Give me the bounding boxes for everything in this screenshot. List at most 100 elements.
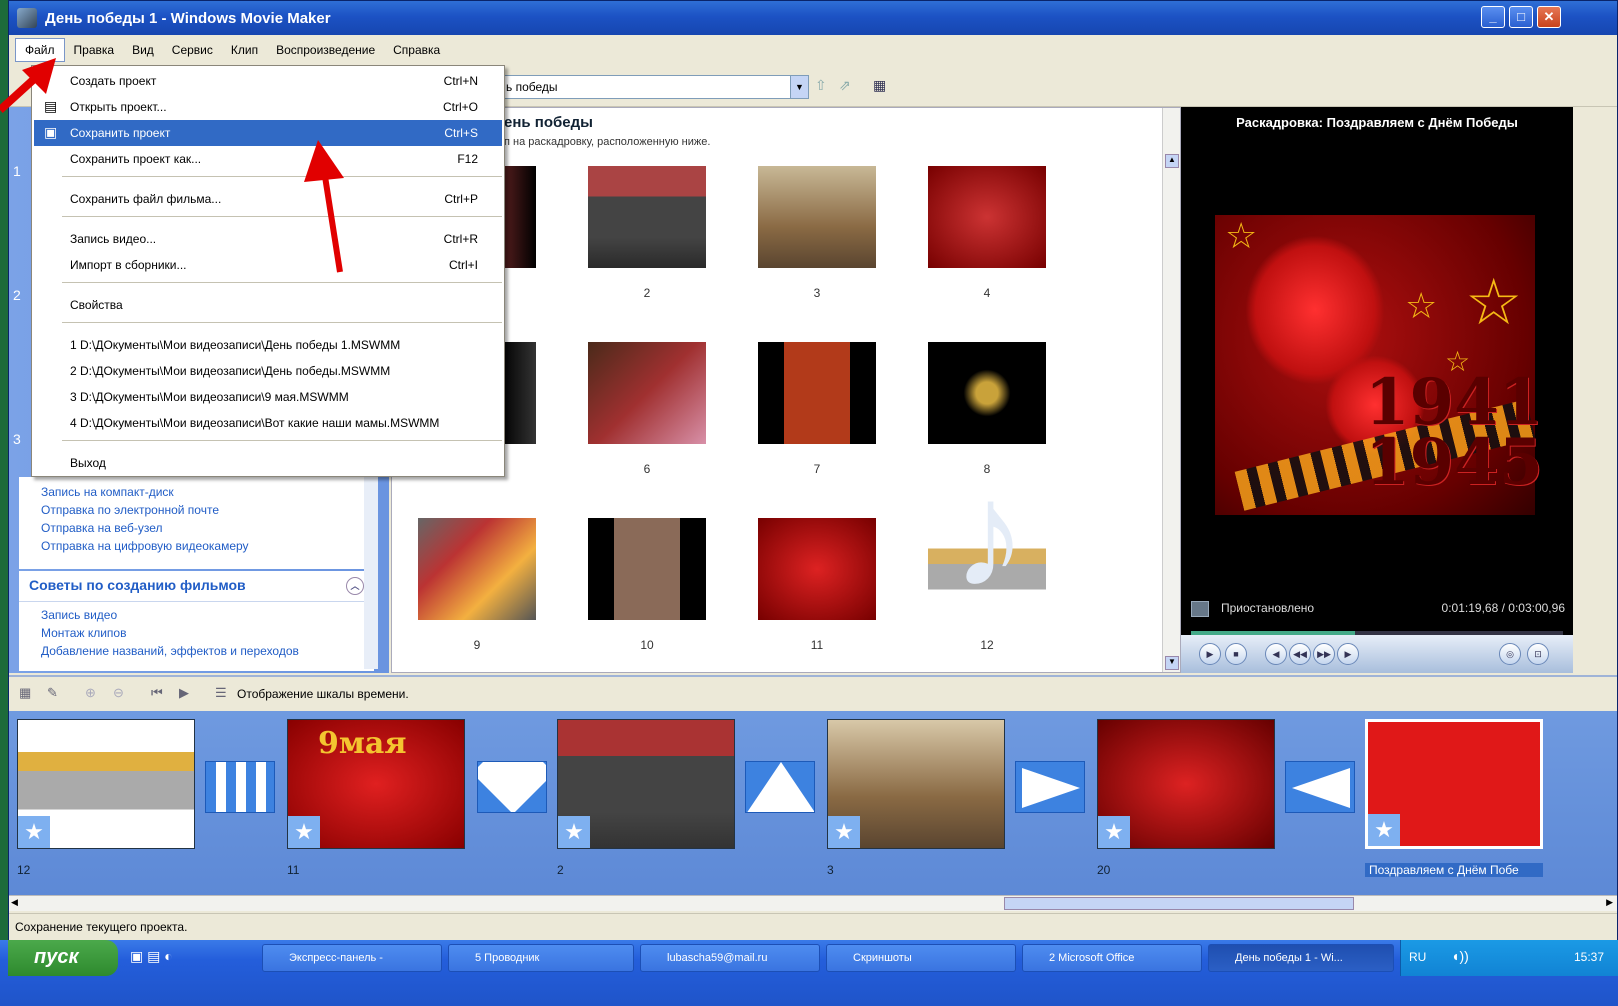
zoom-in-icon[interactable]: ⊕ (85, 685, 103, 703)
scroll-down-icon[interactable]: ▼ (1165, 656, 1179, 670)
link-add-titles[interactable]: Добавление названий, эффектов и переходо… (19, 642, 374, 660)
effect-star-icon[interactable]: ★ (1368, 814, 1400, 846)
effect-star-icon[interactable]: ★ (828, 816, 860, 848)
quick-launch-icons[interactable]: ▣ ▤ ◐ (130, 948, 173, 965)
scroll-left-icon[interactable]: ◀ (11, 897, 18, 908)
collection-scrollbar[interactable]: ▲ ▼ (1162, 108, 1180, 672)
close-button[interactable]: ✕ (1537, 6, 1561, 28)
scroll-thumb[interactable] (1004, 897, 1354, 910)
menu-edit[interactable]: Правка (65, 39, 124, 61)
file-menu-item[interactable]: Запись видео... Ctrl+R (34, 226, 502, 252)
taskbar-item-screenshots[interactable]: Скриншоты (826, 944, 1016, 972)
storyboard-icon[interactable]: ▦ (19, 685, 37, 703)
scroll-right-icon[interactable]: ▶ (1606, 897, 1613, 908)
tips-header[interactable]: Советы по созданию фильмов ︿ (19, 571, 374, 602)
taskbar-item-mail[interactable]: lubascha59@mail.ru (640, 944, 820, 972)
file-menu-item[interactable]: Импорт в сборники... Ctrl+I (34, 252, 502, 278)
clip-thumbnail-4[interactable] (928, 166, 1046, 268)
file-menu-item[interactable]: Сохранить проект как... F12 (34, 146, 502, 172)
volume-icon[interactable]: ◖)) (1451, 948, 1469, 964)
file-menu-item[interactable]: 1 D:\ДОкументы\Мои видеозаписи\День побе… (34, 332, 502, 358)
snapshot-icon[interactable]: ◎ (1499, 643, 1521, 665)
transition-chevron[interactable] (477, 761, 547, 813)
taskbar-item-office[interactable]: 2 Microsoft Office (1022, 944, 1202, 972)
audio-levels-icon[interactable]: ✎ (47, 685, 65, 703)
language-indicator[interactable]: RU (1409, 950, 1426, 964)
storyboard-clip[interactable]: ★ (1097, 719, 1275, 849)
effect-star-icon[interactable]: ★ (558, 816, 590, 848)
rewind-icon[interactable]: ◀◀ (1289, 643, 1311, 665)
taskbar-item-explorer[interactable]: 5 Проводник (448, 944, 634, 972)
clip-thumbnail-3[interactable] (758, 166, 876, 268)
file-menu-item[interactable]: Свойства (34, 292, 502, 318)
file-menu-item[interactable]: Выход (34, 450, 502, 476)
menu-view[interactable]: Вид (123, 39, 163, 61)
menu-help[interactable]: Справка (384, 39, 449, 61)
transition-wave[interactable] (205, 761, 275, 813)
storyboard-clip[interactable]: ★ (557, 719, 735, 849)
effect-star-icon[interactable]: ★ (288, 816, 320, 848)
rewind-storyboard-icon[interactable]: ⏮ (151, 685, 169, 703)
file-menu-item[interactable]: ▤ Открыть проект... Ctrl+O (34, 94, 502, 120)
file-menu-item[interactable]: Сохранить файл фильма... Ctrl+P (34, 186, 502, 212)
zoom-out-icon[interactable]: ⊖ (113, 685, 131, 703)
clip-thumbnail-11[interactable] (758, 518, 876, 620)
link-edit-clips[interactable]: Монтаж клипов (19, 624, 374, 642)
maximize-button[interactable]: □ (1509, 6, 1533, 28)
transition-arrow-right[interactable] (1015, 761, 1085, 813)
storyboard-scrollbar[interactable]: ◀ ▶ (9, 895, 1617, 911)
play-icon[interactable]: ▶ (1199, 643, 1221, 665)
camera-icon[interactable]: ⊡ (1527, 643, 1549, 665)
movie-maker-window: День победы 1 - Windows Movie Maker _ □ … (8, 0, 1618, 970)
split-icon[interactable] (1191, 601, 1209, 617)
link-camera[interactable]: Отправка на цифровую видеокамеру (19, 537, 374, 555)
collapse-icon[interactable]: ︿ (346, 577, 364, 595)
taskbar-item-express-panel[interactable]: Экспресс-панель - (262, 944, 442, 972)
clip-thumbnail-10[interactable] (588, 518, 706, 620)
link-burn-cd[interactable]: Запись на компакт-диск (19, 483, 374, 501)
file-menu-item[interactable]: 3 D:\ДОкументы\Мои видеозаписи\9 мая.MSW… (34, 384, 502, 410)
previous-frame-icon[interactable]: ◀ (1265, 643, 1287, 665)
storyboard-clip[interactable]: 9мая ★ (287, 719, 465, 849)
file-menu-item[interactable]: 2 D:\ДОкументы\Мои видеозаписи\День побе… (34, 358, 502, 384)
clip-thumbnail-7[interactable] (758, 342, 876, 444)
taskpane-scrollbar[interactable] (364, 477, 378, 669)
transition-triangle[interactable] (745, 761, 815, 813)
taskbar-item-movie-maker[interactable]: День победы 1 - Wi... (1208, 944, 1394, 972)
player-status-row: Приостановлено 0:01:19,68 / 0:03:00,96 (1181, 597, 1573, 621)
file-menu-item[interactable]: ▣ Сохранить проект Ctrl+S (34, 120, 502, 146)
start-button[interactable]: пуск (8, 940, 118, 976)
collection-combo[interactable]: ь победы ▼ (499, 75, 809, 99)
effect-star-icon[interactable]: ★ (1098, 816, 1130, 848)
scroll-up-icon[interactable]: ▲ (1165, 154, 1179, 168)
link-email[interactable]: Отправка по электронной почте (19, 501, 374, 519)
menu-play[interactable]: Воспроизведение (267, 39, 384, 61)
new-folder-icon[interactable]: ⇗ (839, 77, 857, 95)
menu-tools[interactable]: Сервис (163, 39, 222, 61)
effect-star-icon[interactable]: ★ (18, 816, 50, 848)
link-capture-video[interactable]: Запись видео (19, 602, 374, 624)
file-menu-item[interactable]: 4 D:\ДОкументы\Мои видеозаписи\Вот какие… (34, 410, 502, 436)
menu-file[interactable]: Файл (15, 38, 65, 62)
clip-thumbnail-2[interactable] (588, 166, 706, 268)
stop-icon[interactable]: ■ (1225, 643, 1247, 665)
storyboard-clip-selected[interactable]: ★ (1365, 719, 1543, 849)
link-web[interactable]: Отправка на веб-узел (19, 519, 374, 537)
clip-thumbnail-9[interactable] (418, 518, 536, 620)
file-menu-item[interactable]: Создать проект Ctrl+N (34, 68, 502, 94)
clip-thumbnail-8[interactable] (928, 342, 1046, 444)
chevron-down-icon[interactable]: ▼ (790, 76, 808, 98)
menu-clip[interactable]: Клип (222, 39, 267, 61)
minimize-button[interactable]: _ (1481, 6, 1505, 28)
clip-thumbnail-6[interactable] (588, 342, 706, 444)
play-storyboard-icon[interactable]: ▶ (179, 685, 197, 703)
fast-forward-icon[interactable]: ▶▶ (1313, 643, 1335, 665)
next-frame-icon[interactable]: ▶ (1337, 643, 1359, 665)
transition-arrow-left[interactable] (1285, 761, 1355, 813)
view-mode-icon[interactable]: ▦ (873, 77, 891, 95)
show-timeline-toggle[interactable]: Отображение шкалы времени. (237, 687, 409, 701)
storyboard-clip[interactable]: ★ (827, 719, 1005, 849)
storyboard-clip[interactable]: ★ (17, 719, 195, 849)
up-arrow-icon[interactable]: ⇧ (815, 77, 833, 95)
timeline-icon[interactable]: ☰ (215, 685, 233, 703)
